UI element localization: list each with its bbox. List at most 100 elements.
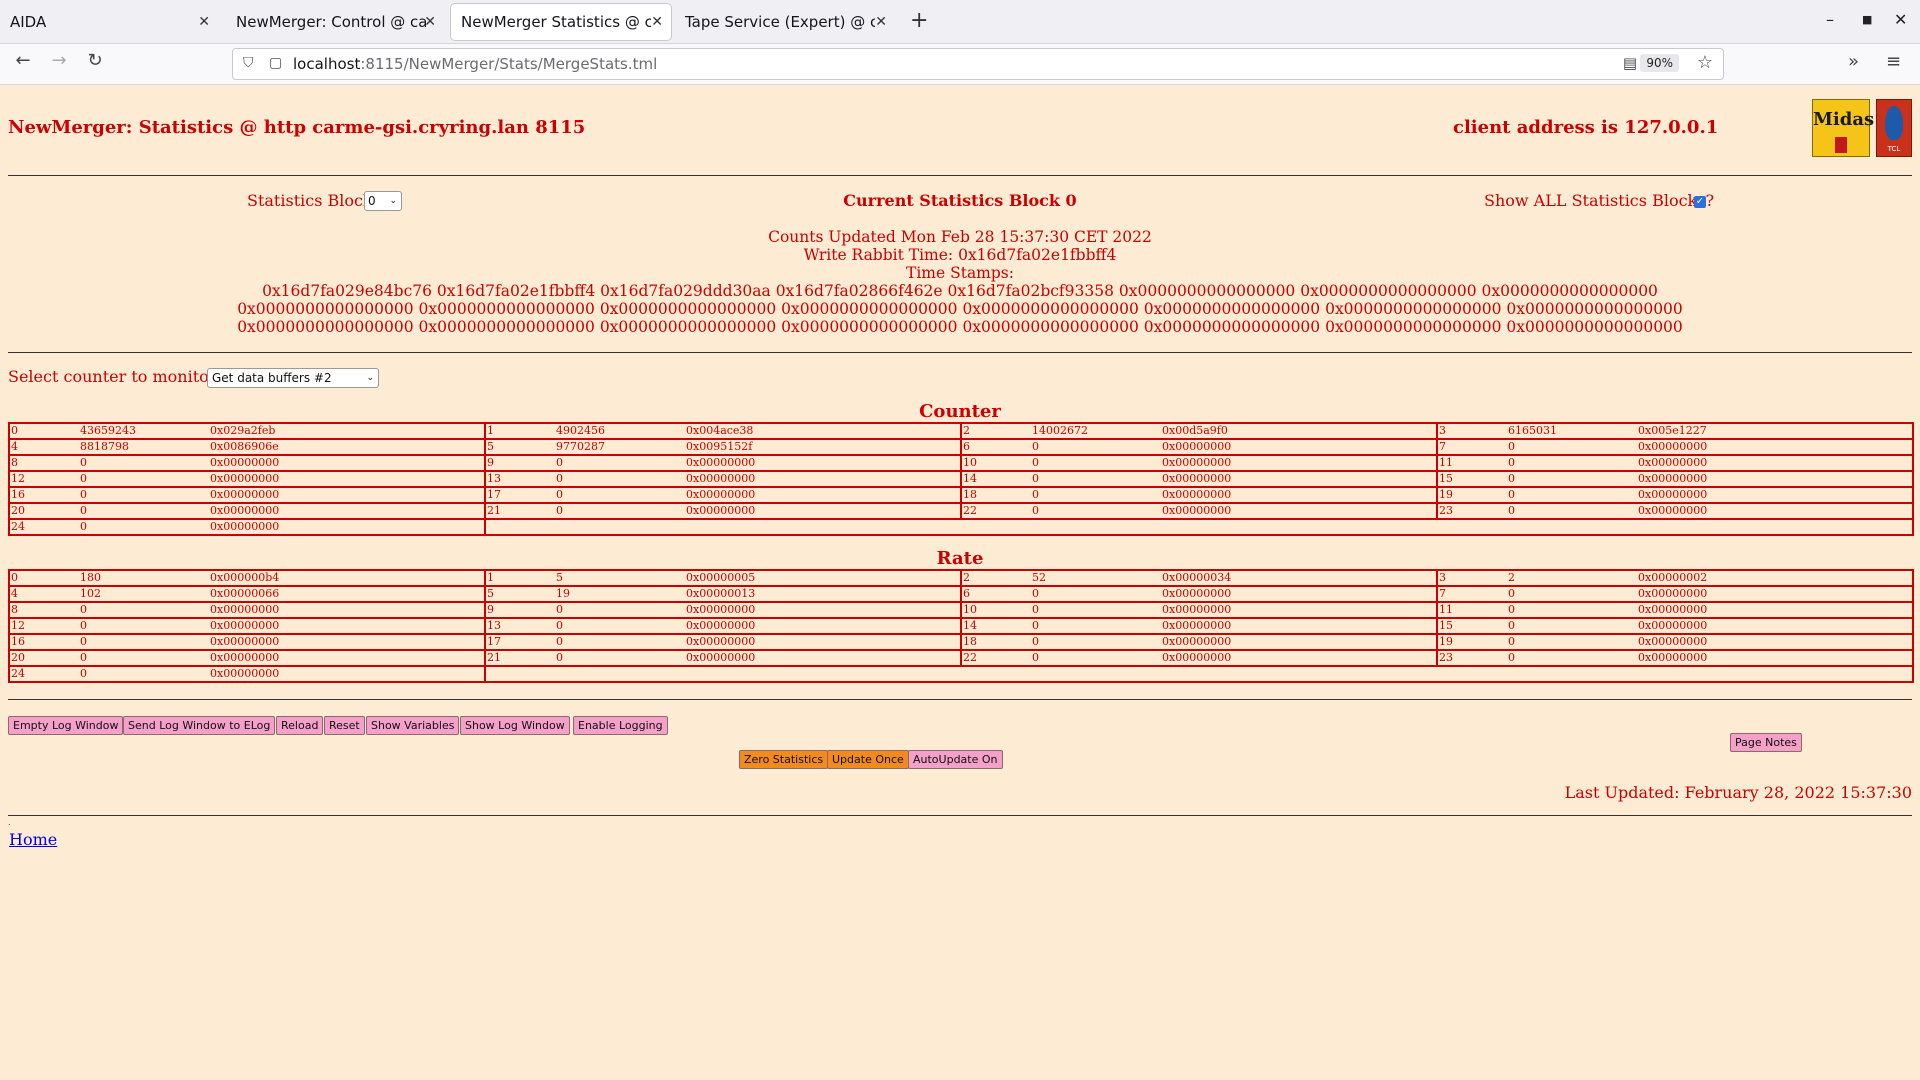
zoom-level[interactable]: 90% [1640, 54, 1679, 72]
index-cell: 15 [1436, 617, 1507, 635]
hex-cell: 0x00000000 [209, 454, 486, 472]
page-notes-button[interactable]: Page Notes [1730, 733, 1802, 752]
index-cell: 8 [8, 601, 79, 619]
url-path: :8115/NewMerger/Stats/MergeStats.tml [360, 55, 658, 73]
enable-logging-button[interactable]: Enable Logging [573, 716, 668, 735]
table-row: 0 43659243 0x029a2feb 1 4902456 0x004ace38 2 14… [8, 422, 1914, 440]
tab-aida[interactable]: AIDA ✕ [0, 4, 218, 40]
menu-icon[interactable]: ≡ [1886, 51, 1901, 72]
index-cell: 2 [960, 422, 1031, 440]
value-cell: 0 [555, 454, 685, 472]
index-cell: 12 [8, 617, 79, 635]
hex-cell: 0x00000000 [685, 502, 962, 520]
show-log-window-button[interactable]: Show Log Window [460, 716, 570, 735]
hex-cell: 0x00000000 [685, 454, 962, 472]
autoupdate-button[interactable]: AutoUpdate On [908, 750, 1003, 769]
value-cell: 0 [1031, 633, 1161, 651]
value-cell: 0 [79, 454, 209, 472]
table-row: 8 0 0x00000000 9 0 0x00000000 10 0 0x00000000 11 0… [8, 601, 1914, 619]
close-icon[interactable]: ✕ [424, 4, 436, 40]
tab-tape-service[interactable]: Tape Service (Expert) @ carm ✕ [675, 4, 895, 40]
hex-cell: 0x00000000 [1161, 470, 1438, 488]
value-cell: 0 [1507, 454, 1637, 472]
index-cell: 11 [1436, 454, 1507, 472]
value-cell: 102 [79, 585, 209, 603]
chevron-down-icon: ⌄ [366, 373, 374, 383]
index-cell: 14 [960, 617, 1031, 635]
value-cell: 0 [555, 649, 685, 667]
value-cell: 0 [1507, 601, 1637, 619]
tab-newmerger-control[interactable]: NewMerger: Control @ carme ✕ [226, 4, 444, 40]
hex-cell: 0x00000000 [1161, 617, 1438, 635]
index-cell: 9 [484, 454, 555, 472]
table-row: 4 102 0x00000066 5 19 0x00000013 6 0 0x00000000 7… [8, 585, 1914, 603]
send-log-to-elog-button[interactable]: Send Log Window to ELog [123, 716, 276, 735]
index-cell: 17 [484, 486, 555, 504]
show-variables-button[interactable]: Show Variables [366, 716, 460, 735]
url-text[interactable]: localhost:8115/NewMerger/Stats/MergeStat… [293, 55, 657, 73]
overflow-chevron-icon[interactable]: » [1848, 51, 1859, 72]
close-icon[interactable]: ✕ [875, 4, 887, 40]
hex-cell: 0x00000000 [685, 486, 962, 504]
value-cell: 52 [1031, 569, 1161, 587]
value-cell: 0 [1507, 470, 1637, 488]
url-bar[interactable]: ⛉ ▢ localhost:8115/NewMerger/Stats/Merge… [232, 48, 1724, 80]
zero-statistics-button[interactable]: Zero Statistics [739, 750, 829, 769]
index-cell: 10 [960, 454, 1031, 472]
reload-button[interactable]: Reload [276, 716, 324, 735]
table-row: 12 0 0x00000000 13 0 0x00000000 14 0 0x00000000 1… [8, 470, 1914, 488]
value-cell: 4902456 [555, 422, 685, 440]
value-cell: 0 [79, 665, 209, 683]
close-icon[interactable]: ✕ [651, 4, 663, 40]
back-icon[interactable]: ← [10, 50, 36, 71]
hex-cell: 0x00d5a9f0 [1161, 422, 1438, 440]
maximize-icon[interactable]: ■ [1862, 13, 1872, 26]
bookmark-star-icon[interactable]: ☆ [1697, 52, 1713, 73]
reset-button[interactable]: Reset [324, 716, 365, 735]
shield-icon[interactable]: ⛉ [243, 55, 254, 71]
table-row: 20 0 0x00000000 21 0 0x00000000 22 0 0x00000000 2… [8, 502, 1914, 520]
hex-cell: 0x00000000 [1637, 633, 1914, 651]
reader-view-icon[interactable]: ▤ [1623, 54, 1637, 72]
window-close-icon[interactable]: ✕ [1894, 10, 1907, 29]
reload-icon[interactable]: ↻ [82, 50, 108, 71]
index-cell: 15 [1436, 470, 1507, 488]
index-cell: 21 [484, 502, 555, 520]
last-updated: Last Updated: February 28, 2022 15:37:30 [1564, 783, 1912, 802]
table-row: 8 0 0x00000000 9 0 0x00000000 10 0 0x00000000 11 0… [8, 454, 1914, 472]
value-cell: 0 [1507, 617, 1637, 635]
empty-log-window-button[interactable]: Empty Log Window [8, 716, 124, 735]
minimize-icon[interactable]: – [1826, 10, 1834, 29]
value-cell: 8818798 [79, 438, 209, 456]
table-row: 4 8818798 0x0086906e 5 9770287 0x0095152f 6 0 0x… [8, 438, 1914, 456]
value-cell: 0 [1507, 633, 1637, 651]
index-cell: 7 [1436, 438, 1507, 456]
value-cell: 0 [1507, 585, 1637, 603]
update-once-button[interactable]: Update Once [827, 750, 909, 769]
home-link[interactable]: Home [9, 830, 57, 849]
hex-cell: 0x00000000 [685, 470, 962, 488]
show-all-checkbox[interactable]: ✓ [1694, 196, 1706, 208]
tab-newmerger-statistics[interactable]: NewMerger Statistics @ carm ✕ [451, 4, 671, 40]
hex-cell: 0x00000000 [209, 601, 486, 619]
hex-cell: 0x00000000 [1161, 601, 1438, 619]
hex-cell: 0x000000b4 [209, 569, 486, 587]
value-cell: 0 [1031, 438, 1161, 456]
new-tab-icon[interactable]: + [910, 8, 928, 34]
table-row: 20 0 0x00000000 21 0 0x00000000 22 0 0x00000000 2… [8, 649, 1914, 667]
index-cell: 17 [484, 633, 555, 651]
value-cell: 0 [1031, 454, 1161, 472]
page-icon: ▢ [269, 55, 283, 71]
hex-cell: 0x00000000 [1637, 470, 1914, 488]
value-cell: 0 [1031, 502, 1161, 520]
close-icon[interactable]: ✕ [198, 4, 210, 40]
time-stamps-row: 0x16d7fa029e84bc76 0x16d7fa02e1fbbff4 0x… [262, 282, 1658, 300]
forward-icon[interactable]: → [46, 50, 72, 71]
index-cell: 9 [484, 601, 555, 619]
tcl-logo-text: TCL [1887, 145, 1901, 153]
hex-cell: 0x0095152f [685, 438, 962, 456]
index-cell: 24 [8, 518, 79, 536]
tab-bar: AIDA ✕ NewMerger: Control @ carme ✕ NewM… [0, 0, 1920, 44]
counter-monitor-select[interactable]: Get data buffers #2 ⌄ [207, 368, 379, 388]
value-cell: 0 [555, 633, 685, 651]
